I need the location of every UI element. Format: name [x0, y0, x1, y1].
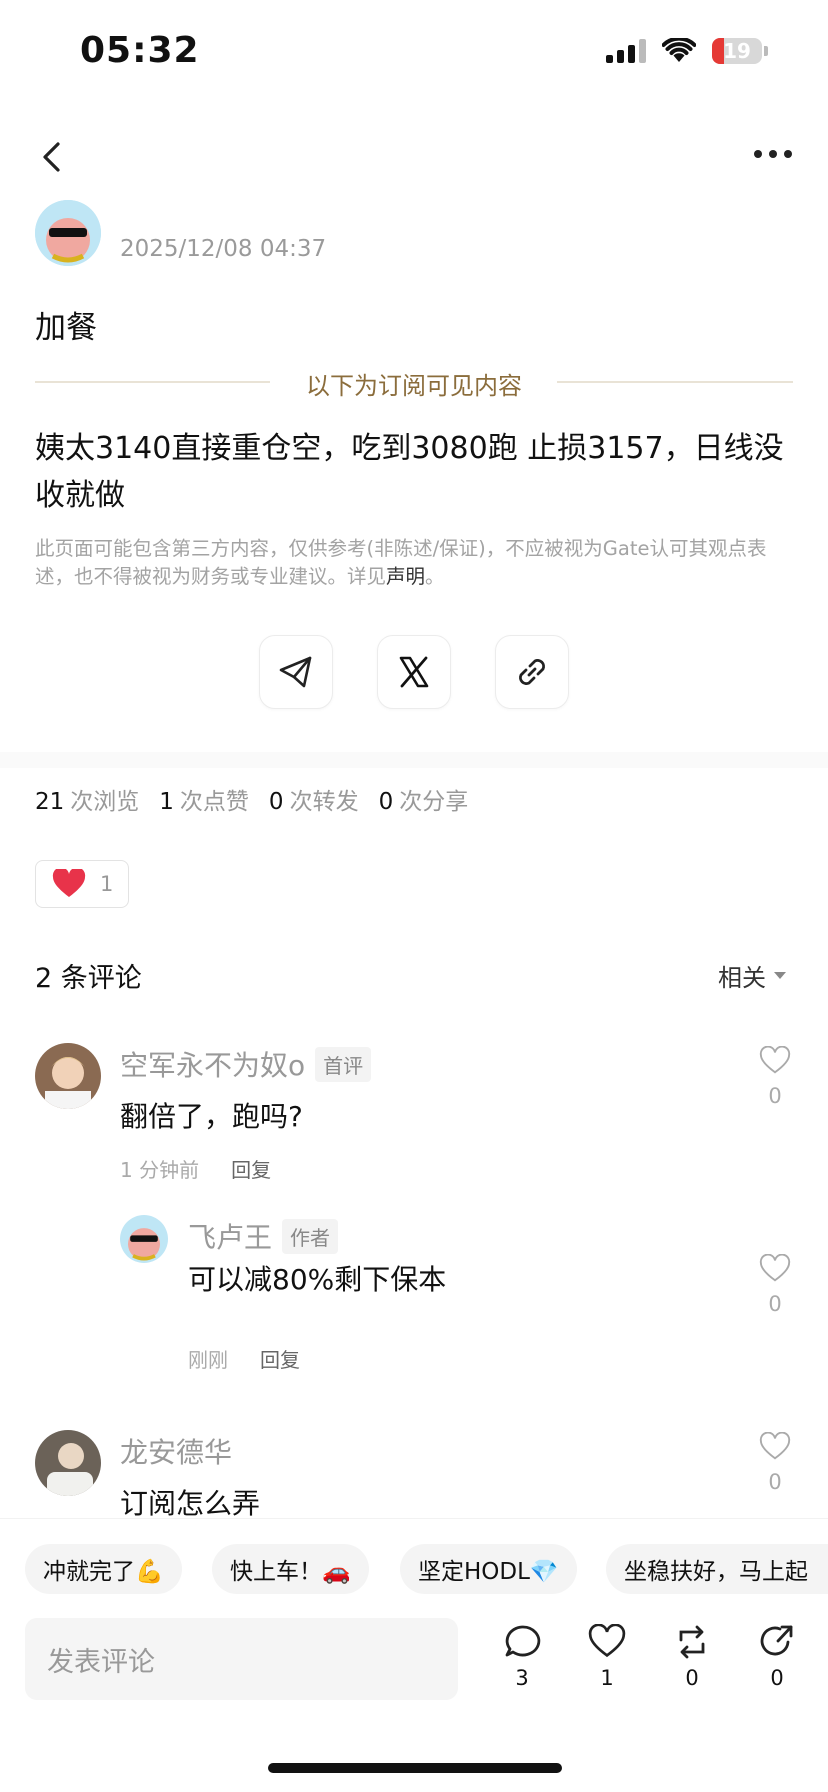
- reposts-stat: 0 次转发: [268, 789, 359, 815]
- disclaimer-text: 此页面可能包含第三方内容，仅供参考(非陈述/保证)，不应被视为Gate认可其观点…: [35, 537, 767, 588]
- commenter-avatar[interactable]: [35, 1043, 101, 1109]
- comment-time: 1 分钟前: [120, 1158, 200, 1182]
- post-stats: 21 次浏览 1 次点赞 0 次转发 0 次分享: [35, 782, 468, 816]
- copy-link-button[interactable]: [495, 635, 569, 709]
- comment-header: 空军永不为奴o 首评: [120, 1044, 372, 1084]
- post-timestamp: 2025/12/08 04:37: [120, 236, 327, 262]
- share-action-count: 0: [770, 1666, 784, 1690]
- panel-divider: [0, 1518, 828, 1519]
- reply-meta: 刚刚 回复: [188, 1344, 300, 1373]
- post-body: 姨太3140直接重仓空，吃到3080跑 止损3157，日线没收就做: [35, 431, 784, 513]
- first-comment-tag: 首评: [315, 1046, 372, 1082]
- reply-time: 刚刚: [188, 1348, 228, 1372]
- comment-text: 订阅怎么弄: [120, 1487, 261, 1520]
- reply-button[interactable]: 回复: [260, 1344, 300, 1373]
- comment-input[interactable]: 发表评论: [25, 1618, 458, 1700]
- share-action-button[interactable]: 0: [755, 1624, 799, 1690]
- reply-like-button[interactable]: 0: [755, 1254, 795, 1316]
- heart-outline-icon: [759, 1432, 791, 1460]
- heart-outline-icon: [759, 1046, 791, 1074]
- quick-reply-chip[interactable]: 坐稳扶好，马上起: [606, 1544, 828, 1594]
- status-icons: 19: [606, 38, 768, 64]
- battery-level: 19: [723, 39, 751, 63]
- subscriber-only-label: 以下为订阅可见内容: [0, 366, 828, 401]
- battery-icon: 19: [712, 38, 768, 64]
- reply-text: 可以减80%剩下保本: [188, 1263, 447, 1296]
- likes-stat: 1 次点赞: [159, 789, 249, 815]
- disclaimer-link[interactable]: 声明: [386, 565, 425, 588]
- repost-action-button[interactable]: 0: [670, 1624, 714, 1690]
- reply-like-count: 0: [768, 1292, 782, 1316]
- reply-author-name[interactable]: 飞卢王: [188, 1216, 272, 1256]
- heart-reaction-button[interactable]: 1: [35, 860, 129, 908]
- comment-like-button[interactable]: 0: [755, 1432, 795, 1494]
- comment-text: 翻倍了，跑吗?: [120, 1100, 303, 1133]
- comments-count-title: 2 条评论: [35, 963, 142, 994]
- heart-outline-icon: [759, 1254, 791, 1282]
- comment-bubble-icon: [505, 1625, 541, 1657]
- x-icon: [399, 656, 429, 688]
- comment-sort-dropdown[interactable]: 相关: [718, 958, 786, 993]
- repost-icon: [679, 1625, 705, 1659]
- link-icon: [519, 659, 545, 685]
- views-stat: 21 次浏览: [35, 789, 140, 815]
- quick-reply-chip[interactable]: 快上车！🚗: [212, 1544, 369, 1594]
- back-arrow-icon[interactable]: [38, 140, 68, 174]
- like-action-count: 1: [600, 1666, 614, 1690]
- share-telegram-button[interactable]: [259, 635, 333, 709]
- heart-outline-icon: [588, 1624, 626, 1658]
- comments-action-count: 3: [515, 1666, 529, 1690]
- shares-stat: 0 次分享: [378, 789, 469, 815]
- status-time: 05:32: [80, 30, 200, 71]
- more-options-icon[interactable]: [754, 150, 792, 158]
- reply-header: 飞卢王 作者: [188, 1216, 339, 1256]
- telegram-icon: [279, 656, 312, 688]
- author-reply-avatar[interactable]: [120, 1215, 168, 1263]
- quick-reply-chip[interactable]: 坚定HODL💎: [400, 1544, 577, 1594]
- caret-down-icon: [774, 972, 786, 979]
- author-tag: 作者: [282, 1218, 339, 1254]
- commenter-avatar[interactable]: [35, 1430, 101, 1496]
- repost-action-count: 0: [685, 1666, 699, 1690]
- comment-meta: 1 分钟前 回复: [120, 1154, 271, 1183]
- author-avatar[interactable]: [35, 200, 101, 266]
- section-separator: [0, 752, 828, 768]
- share-x-button[interactable]: [377, 635, 451, 709]
- comment-like-count: 0: [768, 1470, 782, 1494]
- post-title: 加餐: [35, 310, 97, 346]
- wifi-icon: [662, 38, 696, 62]
- home-indicator: [268, 1763, 562, 1773]
- reply-button[interactable]: 回复: [231, 1154, 271, 1183]
- comment-like-count: 0: [768, 1084, 782, 1108]
- cellular-signal-icon: [606, 39, 646, 63]
- commenter-name[interactable]: 空军永不为奴o: [120, 1044, 305, 1084]
- reaction-count: 1: [100, 872, 114, 896]
- heart-filled-icon: [52, 869, 86, 897]
- quick-reply-chip[interactable]: 冲就完了💪: [25, 1544, 182, 1594]
- comments-action-button[interactable]: 3: [500, 1624, 544, 1690]
- share-arrow-icon: [760, 1625, 793, 1656]
- comment-like-button[interactable]: 0: [755, 1046, 795, 1108]
- commenter-name[interactable]: 龙安德华: [120, 1431, 232, 1471]
- like-action-button[interactable]: 1: [585, 1624, 629, 1690]
